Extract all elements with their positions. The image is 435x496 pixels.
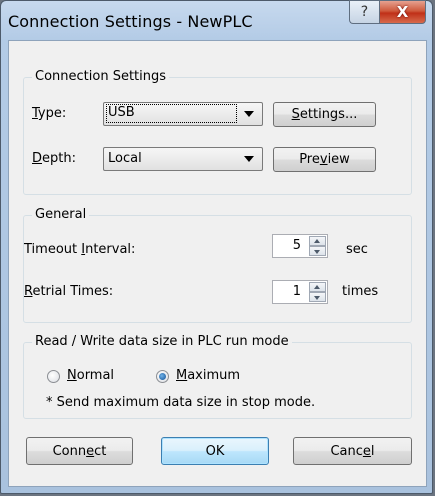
- normal-radio[interactable]: [47, 370, 60, 383]
- window-title: Connection Settings - NewPLC: [8, 12, 253, 31]
- timeout-interval-stepper[interactable]: 5: [272, 234, 328, 258]
- retrial-unit: times: [342, 284, 379, 299]
- connect-button-label: Connect: [52, 443, 107, 459]
- preview-button-label: Preview: [299, 152, 350, 167]
- connection-settings-title: Connection Settings: [32, 69, 170, 85]
- type-select[interactable]: USB: [103, 102, 263, 126]
- chevron-down-icon: [244, 111, 254, 117]
- type-select-value: USB: [106, 104, 237, 123]
- depth-select[interactable]: Local: [103, 147, 263, 171]
- retrial-times-stepper[interactable]: 1: [272, 280, 328, 304]
- retrial-times-label: Retrial Times:: [24, 284, 114, 299]
- retrial-spin-buttons: [309, 282, 326, 302]
- general-group: General Timeout Interval: 5 sec Retrial …: [23, 207, 412, 323]
- timeout-unit: sec: [346, 242, 368, 257]
- stop-mode-note: * Send maximum data size in stop mode.: [46, 395, 316, 410]
- cancel-button[interactable]: Cancel: [293, 437, 412, 465]
- maximum-radio[interactable]: [156, 370, 169, 383]
- retrial-times-value: 1: [292, 284, 301, 299]
- read-write-title: Read / Write data size in PLC run mode: [32, 334, 292, 350]
- ok-button-label: OK: [205, 443, 225, 459]
- retrial-increment-button[interactable]: [309, 282, 326, 292]
- cancel-button-label: Cancel: [330, 443, 375, 459]
- depth-select-value: Local: [108, 151, 142, 166]
- type-label: Type:: [32, 106, 67, 121]
- retrial-decrement-button[interactable]: [309, 292, 326, 302]
- maximum-radio-label[interactable]: Maximum: [176, 368, 240, 384]
- preview-button[interactable]: Preview: [273, 147, 376, 172]
- dialog-body: Connection Settings Type: USB Settings..…: [8, 40, 427, 487]
- title-bar[interactable]: Connection Settings - NewPLC ? X: [1, 0, 432, 41]
- title-buttons: ? X: [349, 0, 426, 24]
- timeout-interval-value: 5: [292, 238, 301, 253]
- help-icon: ?: [360, 4, 369, 20]
- general-title: General: [32, 207, 90, 223]
- close-button[interactable]: X: [379, 0, 426, 24]
- settings-button[interactable]: Settings...: [273, 102, 376, 127]
- chevron-down-icon: [244, 156, 254, 162]
- read-write-group: Read / Write data size in PLC run mode N…: [23, 334, 412, 419]
- close-icon: X: [396, 3, 409, 21]
- normal-radio-label[interactable]: Normal: [67, 368, 114, 384]
- depth-label: Depth:: [32, 151, 76, 166]
- settings-button-label: Settings...: [291, 107, 358, 122]
- connection-settings-group: Connection Settings Type: USB Settings..…: [23, 69, 412, 195]
- help-button[interactable]: ?: [349, 0, 379, 24]
- timeout-decrement-button[interactable]: [309, 246, 326, 256]
- ok-button[interactable]: OK: [161, 437, 269, 465]
- dialog-window: Connection Settings - NewPLC ? X Connect…: [0, 0, 433, 494]
- timeout-spin-buttons: [309, 236, 326, 256]
- timeout-increment-button[interactable]: [309, 236, 326, 246]
- connect-button[interactable]: Connect: [26, 437, 133, 465]
- timeout-interval-label: Timeout Interval:: [24, 242, 136, 257]
